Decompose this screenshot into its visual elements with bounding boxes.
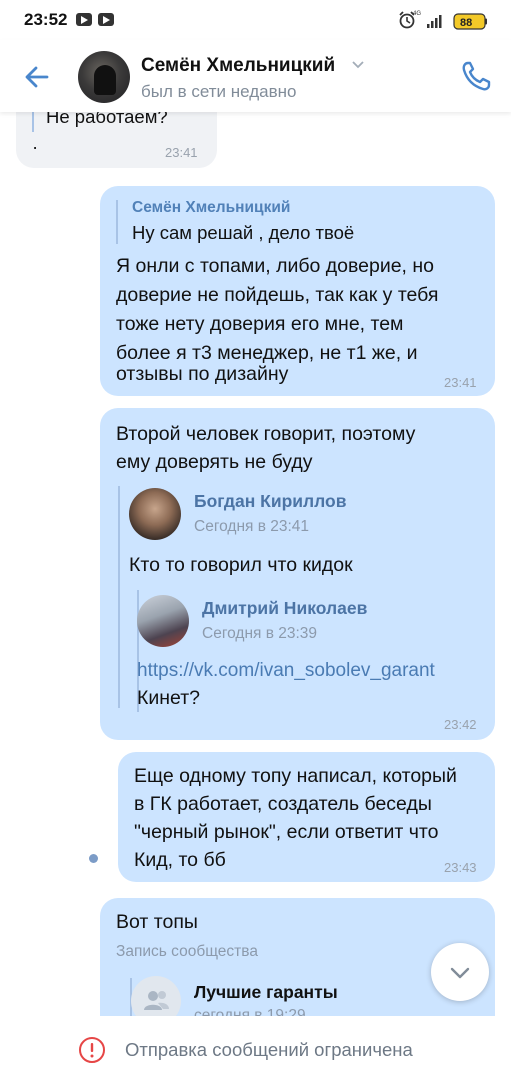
forward-link[interactable]: https://vk.com/ivan_sobolev_garant <box>137 660 435 682</box>
forward-author-name[interactable]: Дмитрий Николаев <box>202 598 367 619</box>
contact-status: был в сети недавно <box>141 82 297 101</box>
media-notification-icon <box>98 13 114 26</box>
svg-text:4G: 4G <box>413 11 421 17</box>
message-outgoing[interactable]: Второй человек говорит, поэтому ему дове… <box>100 408 495 740</box>
warning-icon <box>79 1037 105 1063</box>
reply-bar <box>116 200 118 244</box>
messaging-restricted-bar: Отправка сообщений ограничена <box>0 1016 511 1080</box>
message-text: тоже нету доверия его мне, тем <box>116 313 404 335</box>
forward-author-avatar[interactable] <box>137 595 189 647</box>
message-text: Второй человек говорит, поэтому <box>116 423 416 445</box>
message-text: в ГК работает, создатель беседы <box>134 793 432 815</box>
message-time: 23:42 <box>444 717 477 732</box>
signal-icon <box>427 15 442 28</box>
message-text: "черный рынок", если ответит что <box>134 821 439 843</box>
message-time: 23:41 <box>165 145 198 160</box>
message-text: Вот топы <box>116 911 198 933</box>
reply-author[interactable]: Семён Хмельницкий <box>132 199 290 217</box>
alarm-icon <box>399 11 415 29</box>
contact-name[interactable]: Семён Хмельницкий <box>141 55 335 77</box>
message-text: доверие не пойдешь, так как у тебя <box>116 284 439 306</box>
group-name[interactable]: Лучшие гаранты <box>194 982 338 1003</box>
unread-indicator <box>89 854 98 863</box>
message-time: 23:41 <box>444 375 477 390</box>
message-text: Еще одному топу написал, который <box>134 765 457 787</box>
chevron-down-icon[interactable] <box>351 60 365 70</box>
message-text: отзывы по дизайну <box>116 363 289 385</box>
chat-header: Семён Хмельницкий был в сети недавно <box>0 40 511 112</box>
forward-text: Кинет? <box>137 687 200 709</box>
status-icons: 4G 88 <box>399 11 487 30</box>
message-outgoing[interactable]: Семён Хмельницкий Ну сам решай , дело тв… <box>100 186 495 396</box>
message-time: 23:43 <box>444 860 477 875</box>
message-text: · <box>32 136 39 157</box>
message-text: Кид, то бб <box>134 849 226 871</box>
forward-date: Сегодня в 23:39 <box>202 625 318 642</box>
forward-author-avatar[interactable] <box>129 488 181 540</box>
media-notification-icon <box>76 13 92 26</box>
forward-bar <box>118 486 120 708</box>
battery-level: 88 <box>460 17 472 29</box>
status-bar: 23:52 4G 88 <box>0 0 511 40</box>
scroll-down-button[interactable] <box>431 943 489 1001</box>
reply-text: Ну сам решай , дело твоё <box>132 222 355 243</box>
status-time: 23:52 <box>24 10 68 29</box>
forward-date: Сегодня в 23:41 <box>194 518 310 535</box>
quote-bar <box>32 110 34 132</box>
post-type-label: Запись сообщества <box>116 943 258 960</box>
message-text: ему доверять не буду <box>116 451 313 473</box>
avatar[interactable] <box>78 51 130 103</box>
chevron-down-icon <box>450 967 470 979</box>
phone-call-icon[interactable] <box>459 59 493 93</box>
message-text: Я онли с топами, либо доверие, но <box>116 255 435 277</box>
forward-author-name[interactable]: Богдан Кириллов <box>194 491 347 512</box>
restriction-text: Отправка сообщений ограничена <box>125 1039 413 1060</box>
back-arrow-icon[interactable] <box>20 60 54 94</box>
forward-text: Кто то говорил что кидок <box>129 554 353 576</box>
message-outgoing[interactable]: Еще одному топу написал, который в ГК ра… <box>118 752 495 882</box>
